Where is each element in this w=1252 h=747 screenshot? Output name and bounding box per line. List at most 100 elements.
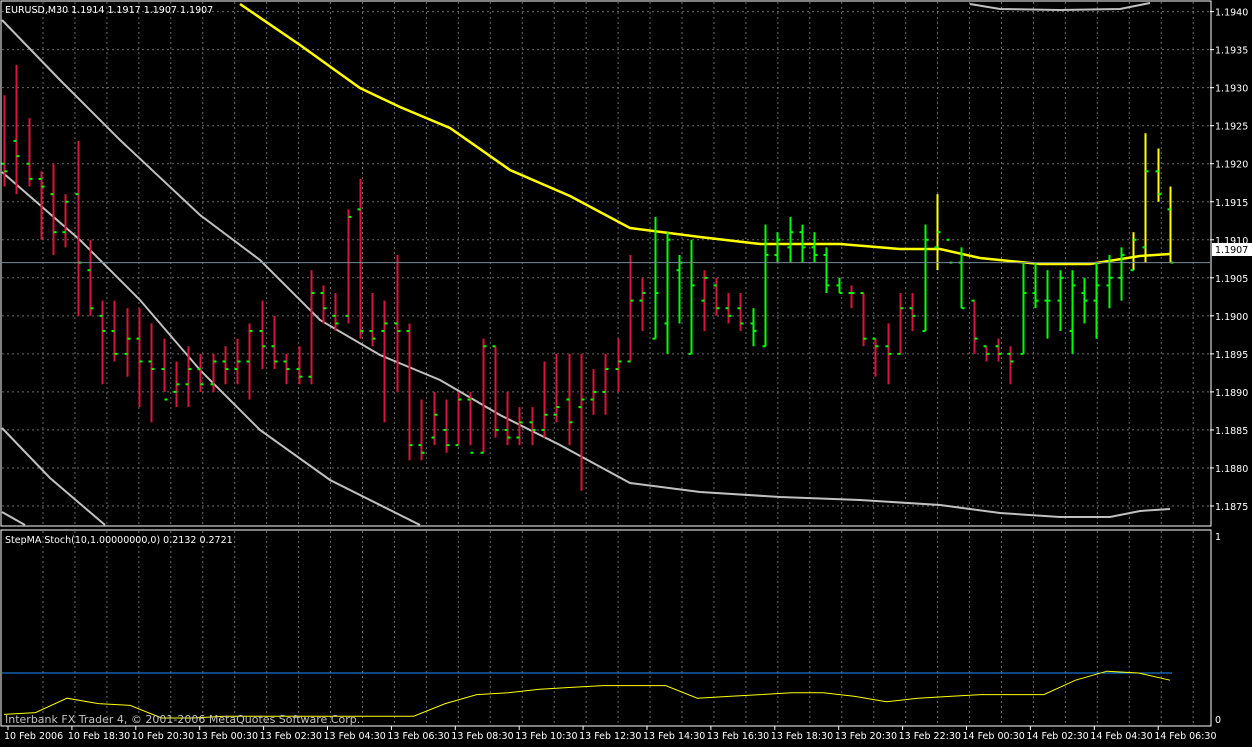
price-tick-label: 1.1930 [1215,84,1248,95]
price-tick-label: 1.1890 [1215,388,1248,399]
time-tick-label: 13 Feb 12:30 [579,731,641,742]
ohlc-bar [99,300,106,385]
ohlc-bar [934,194,941,271]
ohlc-bar [1057,270,1064,332]
ohlc-bar [737,293,744,332]
ohlc-bar [602,353,609,415]
ohlc-bar [1130,232,1137,272]
watermark: Interbank FX Trader 4, © 2001-2006 MetaQ… [5,713,360,726]
time-tick-label: 10 Feb 2006 [4,731,63,742]
ohlc-bar [431,391,438,446]
time-tick-label: 13 Feb 14:30 [643,731,705,742]
sub-scale-bottom: 0 [1215,715,1221,726]
time-tick-label: 13 Feb 16:30 [707,731,769,742]
ohlc-bar [750,308,757,347]
time-tick-label: 13 Feb 22:30 [899,731,961,742]
time-tick-label: 13 Feb 20:30 [835,731,897,742]
time-tick-label: 14 Feb 04:30 [1090,731,1152,742]
ohlc-bar [627,254,634,363]
ohlc-bar [222,346,229,385]
ohlc-bar [909,293,916,332]
envelope-line-3 [1,511,26,526]
ohlc-bar [590,369,597,415]
price-tick-label: 1.1905 [1215,274,1248,285]
price-axis[interactable]: 1.1940 1.1935 1.1930 1.1925 1.1920 1.1915 1.19… [1210,8,1248,513]
ohlc-bar [369,293,376,347]
stochastic-indicator [2,670,1172,719]
ohlc-bar [664,232,671,354]
time-tick-label: 10 Feb 18:30 [68,731,130,742]
ohlc-bar [1155,148,1162,202]
ohlc-bar [259,300,266,370]
time-tick-label: 14 Feb 02:30 [1026,731,1088,742]
price-tick-label: 1.1925 [1215,122,1248,133]
ohlc-bar [26,118,33,187]
ohlc-bar [480,338,487,454]
ma-line [239,2,1171,266]
ohlc-bar [13,64,20,195]
moving-average [239,2,1171,266]
time-tick-label: 13 Feb 02:30 [260,731,322,742]
trading-chart-window[interactable]: EURUSD,M30 1.1914 1.1917 1.1907 1.1907 S… [0,0,1252,743]
ohlc-bar [296,346,303,385]
ohlc-bar [173,361,180,408]
ohlc-bar [578,353,585,491]
time-tick-label: 13 Feb 08:30 [451,731,513,742]
time-tick-label: 13 Feb 18:30 [771,731,833,742]
ohlc-bar [897,293,904,355]
ohlc-bar [308,270,315,385]
time-axis[interactable]: 10 Feb 2006 10 Feb 18:30 10 Feb 20:30 13 Fe… [4,726,1217,742]
ohlc-bar [725,293,732,324]
envelope-line-2 [1,427,106,526]
time-tick-label: 10 Feb 20:30 [132,731,194,742]
price-tick-label: 1.1940 [1215,8,1248,19]
ohlc-bar [394,254,401,392]
price-tick-label: 1.1935 [1215,46,1248,57]
price-tick-label: 1.1900 [1215,312,1248,323]
ohlc-bar [541,361,548,438]
ohlc-bar [1118,247,1125,301]
ohlc-bar [885,323,892,385]
ohlc-bar [860,292,867,347]
ohlc-bar [774,232,781,263]
stoch-line [3,670,1171,719]
ohlc-bar [615,338,622,392]
chart-canvas[interactable]: EURUSD,M30 1.1914 1.1917 1.1907 1.1907 S… [0,0,1252,743]
time-tick-label: 13 Feb 00:30 [196,731,258,742]
ohlc-bar [811,232,818,263]
ohlc-bar [320,285,327,324]
ohlc-bar [701,270,708,332]
ohlc-bar [345,209,352,324]
price-tick-label: 1.1875 [1215,502,1248,513]
ohlc-bar [848,285,855,309]
ohlc-bar [1069,270,1076,354]
ohlc-bar [1020,262,1027,355]
ohlc-bar [983,345,990,362]
ohlc-bar [467,391,474,454]
ohlc-bar [1044,270,1051,339]
symbol-info-label: EURUSD,M30 1.1914 1.1917 1.1907 1.1907 [5,5,213,16]
price-tick-label: 1.1880 [1215,464,1248,475]
ohlc-bar [971,299,978,354]
time-tick-label: 13 Feb 04:30 [324,731,386,742]
ohlc-bar [688,239,695,355]
current-price-label: 1.1907 [1215,245,1248,256]
price-tick-label: 1.1915 [1215,198,1248,209]
time-tick-label: 14 Feb 06:30 [1154,731,1216,742]
ohlc-bar [124,308,131,377]
ohlc-bar [1093,262,1100,339]
price-tick-label: 1.1895 [1215,350,1248,361]
ohlc-bar [995,338,1002,362]
indicator-info-label: StepMA Stoch(10,1.00000000,0) 0.2132 0.2… [5,535,233,546]
ohlc-bar [566,353,573,446]
ohlc-bar [111,300,118,362]
price-tick-label: 1.1885 [1215,426,1248,437]
ohlc-bar [455,391,462,447]
ohlc-bar [50,163,57,255]
ohlc-bar [246,323,253,400]
ohlc-bar [1007,346,1014,385]
sub-scale-top: 1 [1215,532,1221,543]
ohlc-bar [234,338,241,385]
ohlc-bar [381,300,388,423]
ohlc-bar [529,407,536,446]
